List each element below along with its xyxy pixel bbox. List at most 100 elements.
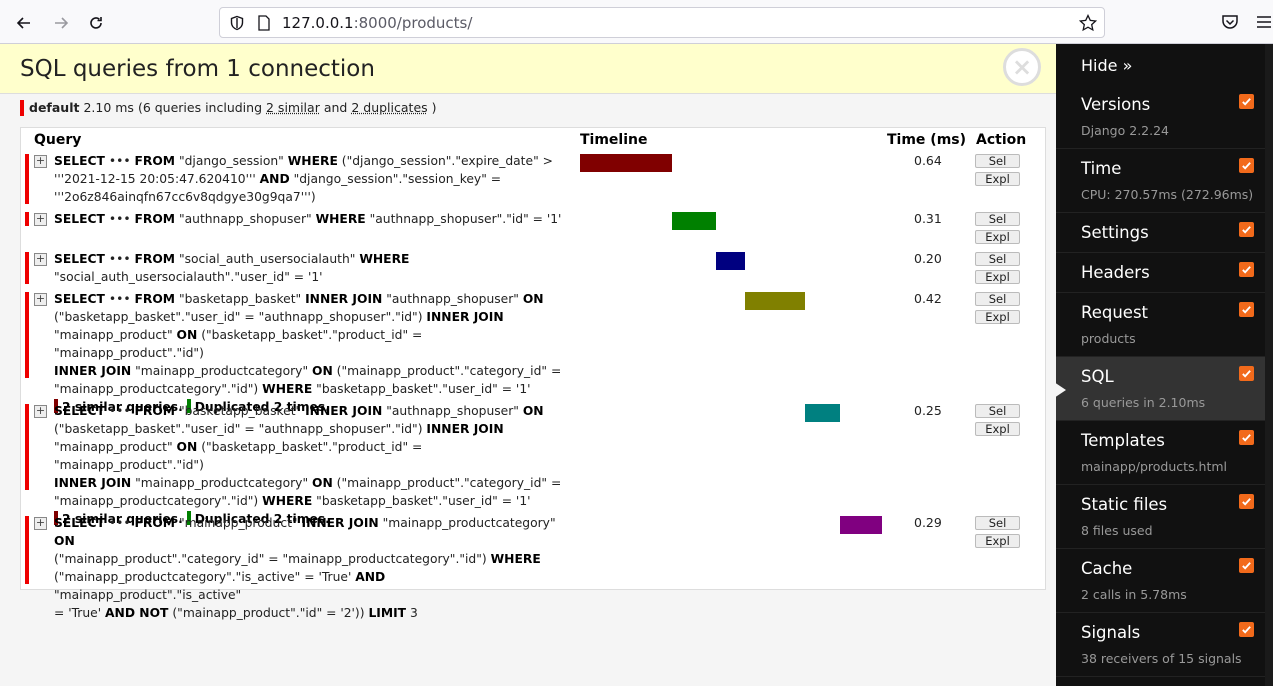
- shield-icon[interactable]: [229, 15, 245, 31]
- query-sql[interactable]: SELECT ••• FROM "authnapp_shopuser" WHER…: [54, 210, 574, 228]
- sidebar-item-time[interactable]: Time CPU: 270.57ms (272.96ms): [1056, 149, 1266, 213]
- alias-color-marker: [25, 154, 29, 204]
- query-sql[interactable]: SELECT ••• FROM "mainapp_product" INNER …: [54, 514, 574, 622]
- close-panel-button[interactable]: ×: [1003, 48, 1041, 86]
- panel-enable-checkbox[interactable]: [1239, 366, 1254, 381]
- sidebar-item-title: Signals: [1081, 623, 1141, 642]
- reload-button[interactable]: [83, 10, 109, 36]
- similar-count: 2 similar: [266, 100, 320, 115]
- expand-toggle-icon[interactable]: +: [34, 213, 47, 226]
- checkmark-icon: [1242, 98, 1251, 106]
- menu-icon[interactable]: [1255, 13, 1273, 31]
- duplicates-count: 2 duplicates: [351, 100, 428, 115]
- query-time: 0.25: [914, 403, 942, 418]
- url-text[interactable]: 127.0.0.1:8000/products/: [282, 14, 472, 32]
- explain-button[interactable]: Expl: [975, 230, 1020, 244]
- panel-enable-checkbox[interactable]: [1239, 558, 1254, 573]
- forward-button[interactable]: [48, 10, 74, 36]
- expand-toggle-icon[interactable]: +: [34, 253, 47, 266]
- panel-enable-checkbox[interactable]: [1239, 622, 1254, 637]
- timeline-bar: [671, 212, 716, 230]
- bookmark-star-icon[interactable]: [1079, 14, 1097, 32]
- page-icon[interactable]: [257, 15, 271, 31]
- select-button[interactable]: Sel: [975, 404, 1020, 418]
- checkmark-icon: [1242, 306, 1251, 314]
- sidebar-item-title: SQL: [1081, 367, 1114, 386]
- query-time: 0.31: [914, 211, 942, 226]
- scrollbar[interactable]: [1265, 44, 1273, 686]
- explain-button[interactable]: Expl: [975, 422, 1020, 436]
- active-arrow-icon: [1054, 382, 1066, 398]
- timeline-bar: [804, 404, 841, 422]
- sidebar-item-subtitle: 38 receivers of 15 signals: [1081, 651, 1242, 666]
- panel-enable-checkbox[interactable]: [1239, 158, 1254, 173]
- select-button[interactable]: Sel: [975, 252, 1020, 266]
- sidebar-item-sql[interactable]: SQL 6 queries in 2.10ms: [1054, 357, 1266, 421]
- sidebar-item-headers[interactable]: Headers: [1056, 253, 1266, 293]
- select-button[interactable]: Sel: [975, 154, 1020, 168]
- query-time: 0.20: [914, 251, 942, 266]
- sql-panel: SQL queries from 1 connection × default …: [0, 44, 1056, 686]
- alias-color-marker: [25, 212, 29, 226]
- column-header-time: Time (ms): [887, 132, 967, 148]
- expand-toggle-icon[interactable]: +: [34, 155, 47, 168]
- expand-toggle-icon[interactable]: +: [34, 293, 47, 306]
- debug-toolbar-sidebar: Hide » Versions Django 2.2.24 Time CPU: 270…: [1054, 44, 1273, 686]
- panel-enable-checkbox[interactable]: [1239, 494, 1254, 509]
- timeline-bar: [580, 154, 672, 172]
- select-button[interactable]: Sel: [975, 516, 1020, 530]
- select-button[interactable]: Sel: [975, 212, 1020, 226]
- sidebar-item-request[interactable]: Request products: [1056, 293, 1266, 357]
- query-sql[interactable]: SELECT ••• FROM "django_session" WHERE (…: [54, 152, 574, 206]
- close-icon: ×: [1011, 53, 1033, 81]
- expand-toggle-icon[interactable]: +: [34, 405, 47, 418]
- alias-color-marker: [25, 292, 29, 378]
- explain-button[interactable]: Expl: [975, 270, 1020, 284]
- url-bar[interactable]: 127.0.0.1:8000/products/: [219, 7, 1105, 38]
- arrow-left-icon: [16, 17, 30, 29]
- sidebar-item-title: Time: [1081, 159, 1122, 178]
- expand-toggle-icon[interactable]: +: [34, 517, 47, 530]
- sidebar-item-subtitle: mainapp/products.html: [1081, 459, 1228, 474]
- sidebar-item-title: Templates: [1081, 431, 1165, 450]
- sidebar-item-cache[interactable]: Cache 2 calls in 5.78ms: [1056, 549, 1266, 613]
- column-header-query: Query: [34, 132, 82, 148]
- query-sql[interactable]: SELECT ••• FROM "social_auth_usersociala…: [54, 250, 574, 286]
- pocket-icon[interactable]: [1221, 13, 1239, 31]
- query-sql[interactable]: SELECT ••• FROM "basketapp_basket" INNER…: [54, 290, 574, 416]
- checkmark-icon: [1242, 162, 1251, 170]
- panel-enable-checkbox[interactable]: [1239, 302, 1254, 317]
- explain-button[interactable]: Expl: [975, 534, 1020, 548]
- sidebar-item-subtitle: Django 2.2.24: [1081, 123, 1169, 138]
- checkmark-icon: [1242, 434, 1251, 442]
- queries-table: Query Timeline Time (ms) Action + SELECT …: [20, 127, 1046, 620]
- panel-enable-checkbox[interactable]: [1239, 262, 1254, 277]
- panel-header: SQL queries from 1 connection ×: [0, 44, 1056, 94]
- sidebar-item-versions[interactable]: Versions Django 2.2.24: [1056, 85, 1266, 149]
- checkmark-icon: [1242, 626, 1251, 634]
- checkmark-icon: [1242, 266, 1251, 274]
- sidebar-item-static-files[interactable]: Static files 8 files used: [1056, 485, 1266, 549]
- select-button[interactable]: Sel: [975, 292, 1020, 306]
- alias-color-marker: [25, 516, 29, 584]
- hide-toolbar-link[interactable]: Hide »: [1081, 56, 1132, 75]
- explain-button[interactable]: Expl: [975, 172, 1020, 186]
- arrow-right-icon: [55, 17, 69, 29]
- sidebar-item-subtitle: 2 calls in 5.78ms: [1081, 587, 1187, 602]
- panel-enable-checkbox[interactable]: [1239, 430, 1254, 445]
- checkmark-icon: [1242, 226, 1251, 234]
- query-time: 0.29: [914, 515, 942, 530]
- query-time: 0.64: [914, 153, 942, 168]
- sidebar-item-templates[interactable]: Templates mainapp/products.html: [1056, 421, 1266, 485]
- query-sql[interactable]: SELECT ••• FROM "basketapp_basket" INNER…: [54, 402, 574, 528]
- sidebar-item-settings[interactable]: Settings: [1056, 213, 1266, 253]
- column-header-action: Action: [976, 132, 1027, 148]
- explain-button[interactable]: Expl: [975, 310, 1020, 324]
- back-button[interactable]: [11, 10, 37, 36]
- panel-enable-checkbox[interactable]: [1239, 94, 1254, 109]
- sidebar-item-title: Versions: [1081, 95, 1151, 114]
- sidebar-item-title: Cache: [1081, 559, 1133, 578]
- timeline-bar: [744, 292, 805, 310]
- panel-enable-checkbox[interactable]: [1239, 222, 1254, 237]
- sidebar-item-signals[interactable]: Signals 38 receivers of 15 signals: [1056, 613, 1266, 677]
